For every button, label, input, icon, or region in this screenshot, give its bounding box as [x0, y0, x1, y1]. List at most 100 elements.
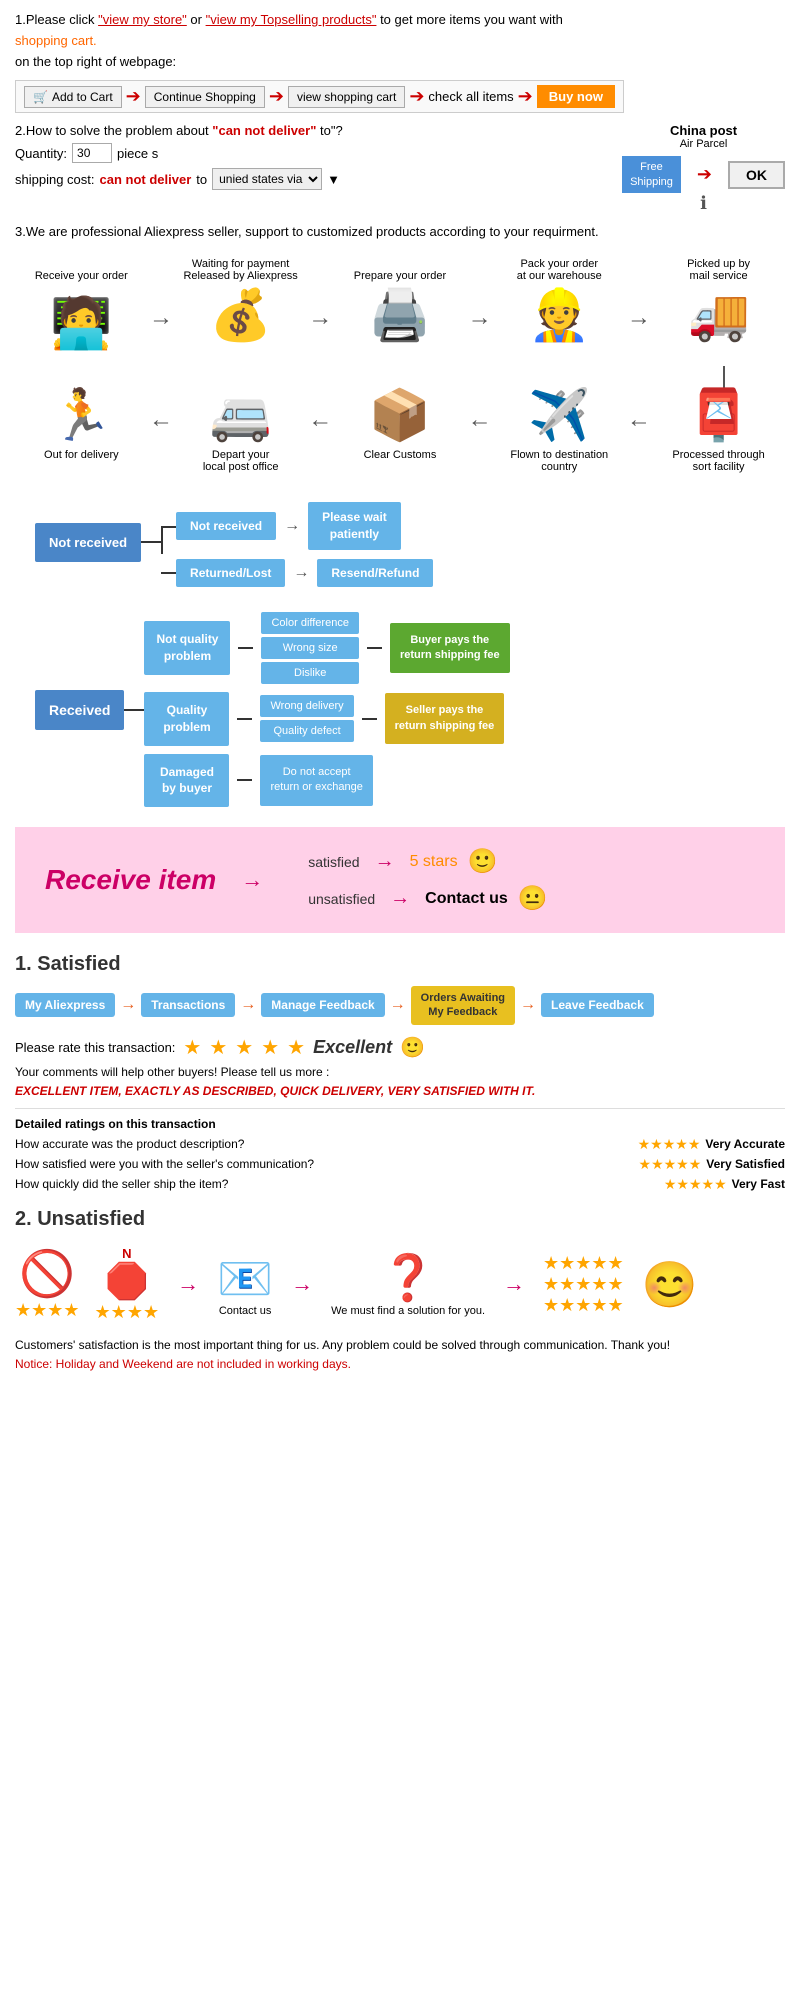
process-step-8: 📦 Clear Customs	[335, 386, 465, 461]
email-icon: 📧	[217, 1252, 273, 1305]
arrow-7-8: ←	[308, 406, 332, 434]
no-sign-item: 🚫 ★★★★	[15, 1247, 80, 1321]
nr-branch2: Returned/Lost → Resend/Refund	[161, 559, 433, 587]
china-post-title: China post	[622, 123, 785, 138]
dr-row-2: How satisfied were you with the seller's…	[15, 1156, 785, 1173]
section1-text: 1.Please click "view my store" or "view …	[15, 10, 785, 31]
rate-label: Please rate this transaction:	[15, 1040, 175, 1055]
quantity-input[interactable]	[72, 143, 112, 163]
dr-q2: How satisfied were you with the seller's…	[15, 1157, 639, 1171]
recv-branches: Not qualityproblem Color difference Wron…	[144, 612, 509, 807]
nr-branch1-content: Not received → Please waitpatiently	[176, 502, 401, 550]
outcome-stars2: ★★★★★	[543, 1274, 624, 1295]
q-line2	[362, 718, 377, 720]
buy-now-btn[interactable]: Buy now	[537, 85, 615, 108]
dislike-box: Dislike	[261, 662, 358, 684]
nq-line	[238, 647, 253, 649]
step10-icon: 📮	[687, 386, 749, 445]
arrow-9-10: ←	[627, 406, 651, 434]
ok-button[interactable]: OK	[728, 161, 785, 189]
dr-a2: Very Satisfied	[706, 1157, 785, 1171]
check-all-item: check all items	[428, 89, 513, 104]
unsat-arrow2: →	[291, 1271, 313, 1297]
recv-branch1: Not qualityproblem Color difference Wron…	[144, 612, 509, 684]
view-cart-btn[interactable]: view shopping cart	[288, 86, 405, 108]
add-to-cart-btn[interactable]: 🛒 Add to Cart	[24, 86, 122, 108]
not-received-chart: Not received Not received → Please waitp…	[35, 498, 765, 587]
section3-text: 3.We are professional Aliexpress seller,…	[15, 224, 785, 239]
process-step-3: Prepare your order 🖨️	[335, 254, 465, 345]
nr-branch2-content: Returned/Lost → Resend/Refund	[176, 559, 433, 587]
unsatisfied-outcome: unsatisfied → Contact us 😐	[308, 884, 548, 913]
manage-feedback-step[interactable]: Manage Feedback	[261, 993, 384, 1017]
step2-icon: 💰	[210, 286, 272, 345]
dr-stars3: ★★★★★	[664, 1176, 727, 1193]
cannot-deliver-text: can not deliver	[100, 172, 192, 187]
not-received-sub-box: Not received	[176, 512, 276, 540]
nr-tree: Not received → Please waitpatiently Retu…	[161, 498, 433, 587]
feedback-flow: My Aliexpress → Transactions → Manage Fe…	[15, 986, 785, 1025]
neutral-emoji: 😐	[518, 884, 548, 913]
unsatisfied-text: unsatisfied	[308, 891, 375, 907]
no-sign-icon: 🚫	[19, 1247, 75, 1300]
process-step-1: Receive your order 🧑‍💻	[16, 254, 146, 361]
nr-branch1: Not received → Please waitpatiently	[161, 498, 433, 554]
dr-a3: Very Fast	[732, 1177, 785, 1191]
dr-row-3: How quickly did the seller ship the item…	[15, 1176, 785, 1193]
dr-q1: How accurate was the product description…	[15, 1137, 638, 1151]
view-store-link[interactable]: "view my store"	[98, 12, 187, 27]
arrow3: ➔	[409, 86, 424, 107]
step-arrow-4: →	[520, 996, 536, 1014]
leave-feedback-step[interactable]: Leave Feedback	[541, 993, 654, 1017]
process-top-row: Receive your order 🧑‍💻 → Waiting for pay…	[15, 254, 785, 361]
please-wait-box: Please waitpatiently	[308, 502, 401, 550]
to-text: to	[196, 172, 207, 187]
shipping-label: shipping cost:	[15, 172, 95, 187]
shipping-select[interactable]: unied states via	[212, 168, 322, 190]
transactions-step[interactable]: Transactions	[141, 993, 235, 1017]
step4-icon: 👷	[528, 286, 590, 345]
step6-icon: 🏃	[50, 386, 112, 445]
n-label: N	[122, 1246, 131, 1261]
dr-row-1: How accurate was the product description…	[15, 1136, 785, 1153]
star1: ★	[183, 1035, 201, 1060]
solution-label: We must find a solution for you.	[331, 1304, 485, 1318]
receive-outcomes: satisfied → 5 stars 🙂 unsatisfied → Cont…	[308, 847, 548, 913]
view-topselling-link[interactable]: "view my Topselling products"	[206, 12, 377, 27]
my-aliexpress-step[interactable]: My Aliexpress	[15, 993, 115, 1017]
question-icon: ❓	[380, 1251, 436, 1304]
process-step-4: Pack your orderat our warehouse 👷	[494, 254, 624, 345]
section2: 2.How to solve the problem about "can no…	[15, 123, 785, 214]
arrow-4-5: →	[627, 304, 651, 332]
satisfied-text: satisfied	[308, 854, 359, 870]
satisfied-arrow: →	[375, 850, 395, 873]
unsatisfied-arrow: →	[390, 887, 410, 910]
nr-connector2	[161, 572, 176, 574]
process-bottom-row: 🏃 Out for delivery ← 🚐 Depart yourlocal …	[15, 386, 785, 473]
unsat-stars1: ★★★★	[15, 1300, 80, 1321]
step-arrow-1: →	[120, 996, 136, 1014]
section2-left: 2.How to solve the problem about "can no…	[15, 123, 622, 195]
orders-awaiting-step[interactable]: Orders AwaitingMy Feedback	[411, 986, 515, 1025]
detailed-title: Detailed ratings on this transaction	[15, 1117, 785, 1131]
arrow-6-7: ←	[149, 406, 173, 434]
arrow-1-2: →	[149, 304, 173, 332]
resend-refund-box: Resend/Refund	[317, 559, 433, 587]
star4: ★	[261, 1035, 279, 1060]
step8-icon: 📦	[369, 386, 431, 445]
continue-shopping-btn[interactable]: Continue Shopping	[145, 86, 265, 108]
notice-text: Notice: Holiday and Weekend are not incl…	[15, 1357, 785, 1371]
china-post-sub: Air Parcel	[622, 138, 785, 150]
stop-item: N 🛑 ★★★★	[95, 1246, 160, 1323]
satisfied-outcome: satisfied → 5 stars 🙂	[308, 847, 548, 876]
detailed-ratings: Detailed ratings on this transaction How…	[15, 1108, 785, 1193]
wrong-size-box: Wrong size	[261, 637, 358, 659]
outcome-stars3: ★★★★★	[543, 1295, 624, 1316]
free-shipping-label: Free Shipping	[622, 156, 681, 193]
not-quality-box: Not qualityproblem	[144, 621, 230, 675]
step1-icon: 🧑‍💻	[39, 286, 124, 361]
receive-item-title: Receive item	[45, 864, 216, 896]
dropdown-icon: ▼	[327, 172, 340, 187]
step7-icon: 🚐	[210, 386, 272, 445]
step9-icon: ✈️	[528, 386, 590, 445]
